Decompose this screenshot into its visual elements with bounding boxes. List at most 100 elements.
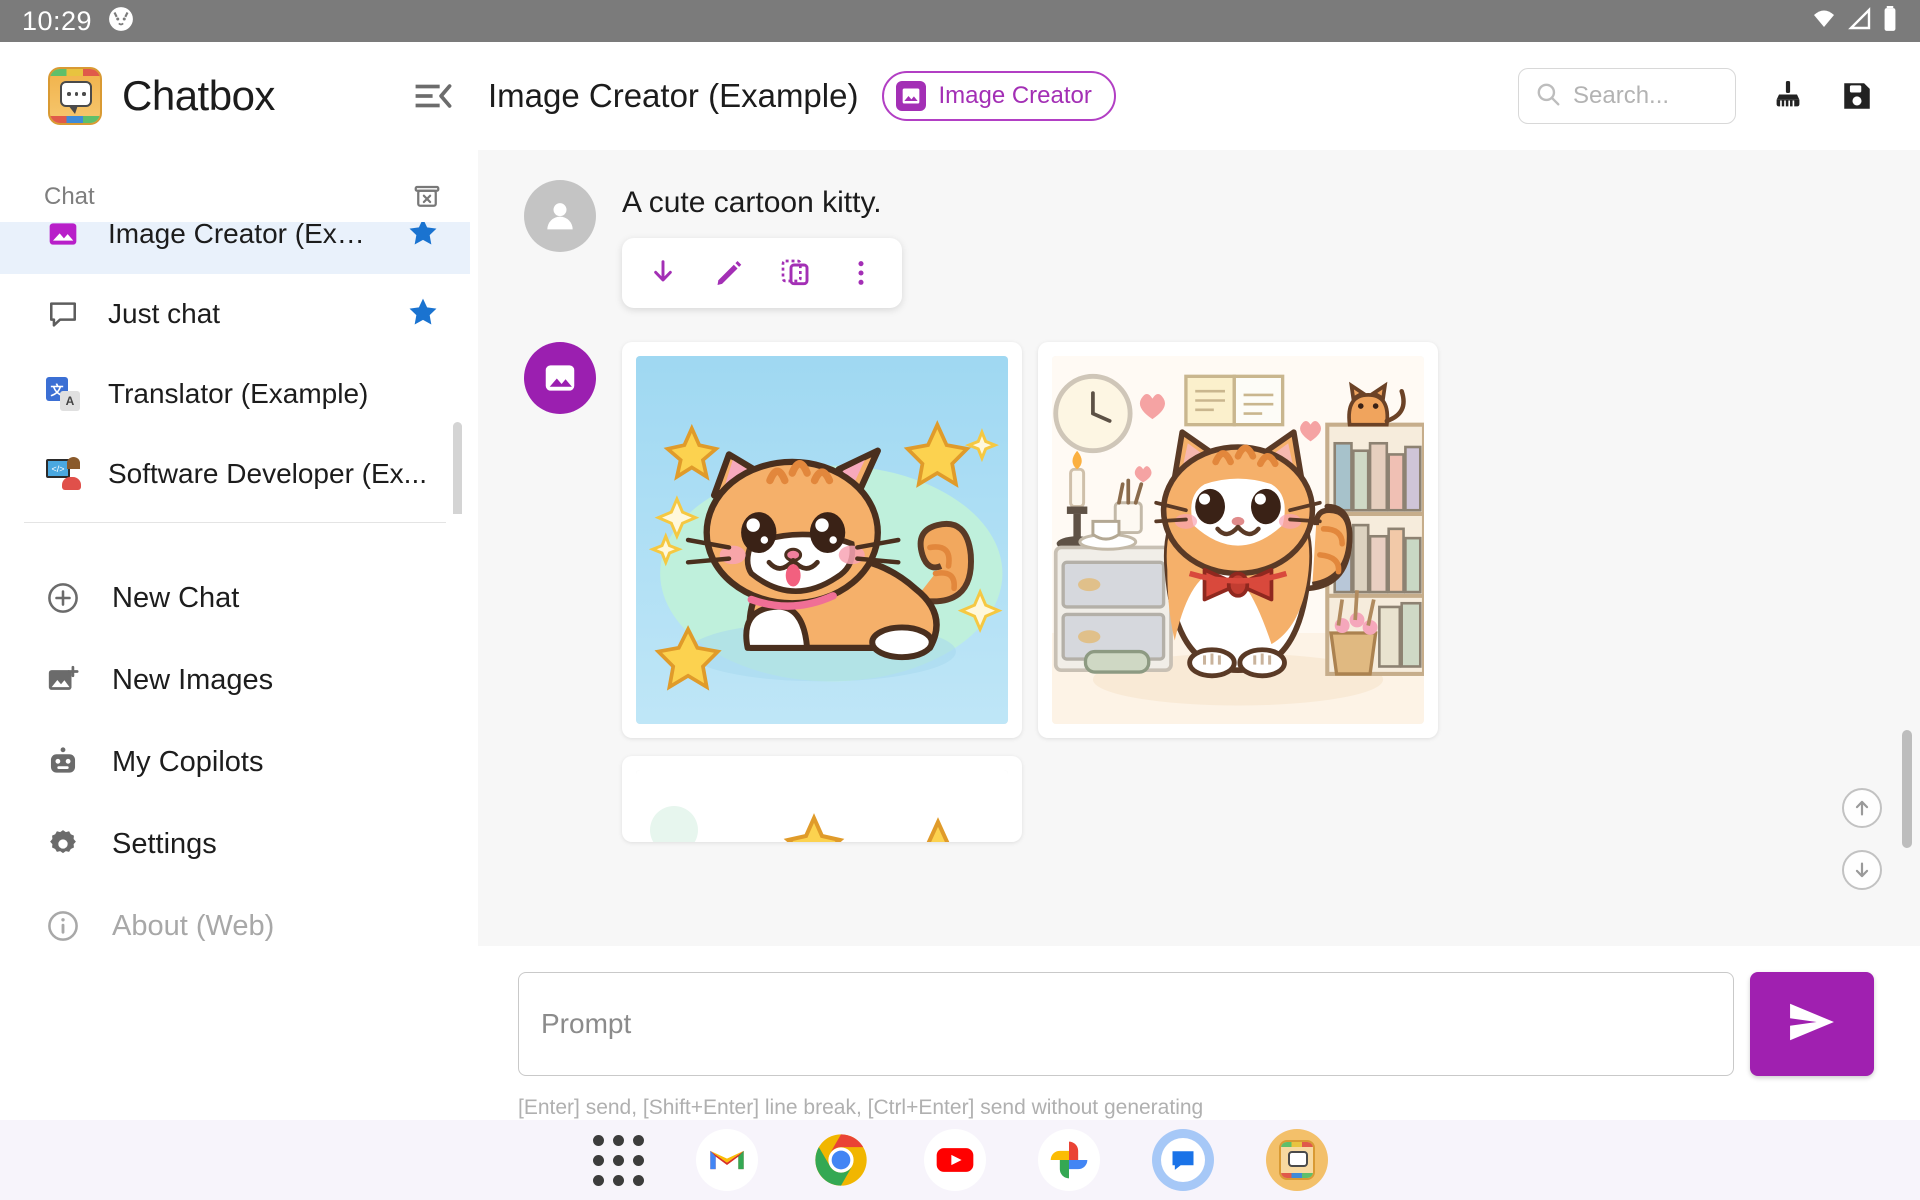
- page-title: Image Creator (Example): [488, 77, 858, 115]
- generated-image-card[interactable]: [1038, 342, 1438, 738]
- generated-image-card[interactable]: [622, 756, 1022, 842]
- chat-list: Image Creator (Exam... Just chat: [0, 222, 470, 514]
- generated-image-card[interactable]: [622, 342, 1022, 738]
- scroll-to-top-icon[interactable]: [1842, 788, 1882, 828]
- generated-image-3[interactable]: [636, 770, 1008, 842]
- sidebar-item-settings[interactable]: Settings: [0, 803, 470, 885]
- thread-scrollbar[interactable]: [1902, 730, 1912, 848]
- sidebar-section-header: Chat: [0, 150, 470, 222]
- assistant-message-body: [622, 342, 1438, 842]
- sidebar-item-image-creator[interactable]: Image Creator (Exam...: [0, 222, 470, 274]
- user-message-body: A cute cartoon kitty.: [622, 180, 902, 308]
- assistant-message: [478, 342, 1920, 842]
- star-icon[interactable]: [406, 222, 440, 254]
- search-placeholder: Search...: [1573, 82, 1669, 110]
- thread-scroll-controls: [1842, 788, 1882, 890]
- download-icon[interactable]: [630, 244, 696, 302]
- gear-icon: [44, 827, 82, 861]
- app-drawer-icon[interactable]: [593, 1135, 644, 1186]
- image-generator-avatar: [524, 342, 596, 414]
- robot-icon: [44, 745, 82, 779]
- sidebar-item-label: My Copilots: [112, 746, 264, 779]
- header-actions: Search...: [1518, 68, 1920, 124]
- sidebar-section-label: Chat: [44, 183, 95, 211]
- prompt-input[interactable]: Prompt: [518, 972, 1734, 1076]
- brand-name: Chatbox: [122, 72, 275, 120]
- chatbox-icon[interactable]: [1266, 1129, 1328, 1191]
- search-icon: [1535, 81, 1561, 112]
- chat-bubble-icon: [44, 298, 82, 330]
- image-icon: [44, 222, 82, 250]
- android-status-bar: 10:29: [0, 0, 1920, 42]
- collapse-sidebar-icon[interactable]: [414, 79, 454, 113]
- send-icon: [1784, 994, 1840, 1055]
- sidebar-item-about[interactable]: About (Web): [0, 885, 470, 967]
- edit-icon[interactable]: [696, 244, 762, 302]
- send-button[interactable]: [1750, 972, 1874, 1076]
- main-area: A cute cartoon kitty.: [470, 42, 1920, 1120]
- sidebar-item-label: Software Developer (Ex...: [108, 458, 440, 490]
- info-icon: [44, 909, 82, 943]
- brand: Chatbox: [0, 67, 408, 125]
- sidebar-item-label: Settings: [112, 828, 217, 861]
- google-photos-icon[interactable]: [1038, 1129, 1100, 1191]
- wifi-icon: [1810, 7, 1838, 36]
- scroll-to-bottom-icon[interactable]: [1842, 850, 1882, 890]
- sidebar-item-new-images[interactable]: New Images: [0, 639, 470, 721]
- developer-icon: </>: [44, 457, 82, 491]
- chat-list-scroller: Image Creator (Exam... Just chat: [0, 222, 470, 514]
- chatbox-app-window: Chatbox Image Creator (Example) Image Cr…: [0, 42, 1920, 1120]
- youtube-icon[interactable]: [924, 1129, 986, 1191]
- sidebar-item-label: New Chat: [112, 582, 239, 615]
- sidebar-item-just-chat[interactable]: Just chat: [0, 274, 470, 354]
- sidebar-menu: New Chat New Images My Copilots Settings: [0, 523, 470, 967]
- status-badge-label: Image Creator: [938, 82, 1091, 110]
- chrome-icon[interactable]: [810, 1129, 872, 1191]
- user-message: A cute cartoon kitty.: [478, 180, 1920, 308]
- generated-image-grid: [622, 342, 1438, 738]
- generated-image-2[interactable]: [1052, 356, 1424, 724]
- translate-icon: 文A: [44, 377, 82, 411]
- user-message-text: A cute cartoon kitty.: [622, 186, 902, 220]
- copy-icon[interactable]: [762, 244, 828, 302]
- sidebar-item-label: About (Web): [112, 910, 274, 943]
- search-input[interactable]: Search...: [1518, 68, 1736, 124]
- add-image-icon: [44, 663, 82, 697]
- chatbox-logo-icon: [48, 67, 102, 125]
- sidebar-item-my-copilots[interactable]: My Copilots: [0, 721, 470, 803]
- prompt-placeholder: Prompt: [541, 1008, 631, 1040]
- plus-circle-icon: [44, 581, 82, 615]
- save-icon[interactable]: [1840, 79, 1874, 113]
- broom-icon[interactable]: [1770, 78, 1806, 114]
- status-badge[interactable]: Image Creator: [882, 71, 1115, 121]
- battery-icon: [1882, 6, 1898, 37]
- sidebar-scrollbar[interactable]: [453, 422, 462, 514]
- sidebar-item-label: Translator (Example): [108, 378, 440, 410]
- gmail-icon[interactable]: [696, 1129, 758, 1191]
- more-options-icon[interactable]: [828, 244, 894, 302]
- message-thread: A cute cartoon kitty.: [478, 150, 1920, 946]
- thread-content: A cute cartoon kitty.: [478, 150, 1920, 842]
- user-avatar: [524, 180, 596, 252]
- messages-icon[interactable]: [1152, 1129, 1214, 1191]
- sidebar-item-translator[interactable]: 文A Translator (Example): [0, 354, 470, 434]
- cat-face-icon: [108, 6, 134, 37]
- sidebar-item-new-chat[interactable]: New Chat: [0, 557, 470, 639]
- composer-hint: [Enter] send, [Shift+Enter] line break, …: [518, 1096, 1874, 1120]
- sidebar-item-software-developer[interactable]: </> Software Developer (Ex...: [0, 434, 470, 514]
- status-bar-right: [1810, 6, 1898, 37]
- sidebar-item-label: Just chat: [108, 298, 380, 330]
- composer-row: Prompt: [518, 972, 1874, 1076]
- message-actions-toolbar: [622, 238, 902, 308]
- sidebar-item-label: New Images: [112, 664, 273, 697]
- star-icon[interactable]: [406, 295, 440, 334]
- image-icon: [896, 81, 926, 111]
- generated-image-1[interactable]: [636, 356, 1008, 724]
- delete-all-icon[interactable]: [412, 182, 442, 212]
- android-taskbar: [0, 1120, 1920, 1200]
- signal-icon: [1847, 7, 1873, 36]
- sidebar: Chat Image Creator (Exam...: [0, 42, 470, 1120]
- clock: 10:29: [22, 6, 92, 37]
- status-bar-left: 10:29: [22, 6, 134, 37]
- app-header: Chatbox Image Creator (Example) Image Cr…: [0, 42, 1920, 150]
